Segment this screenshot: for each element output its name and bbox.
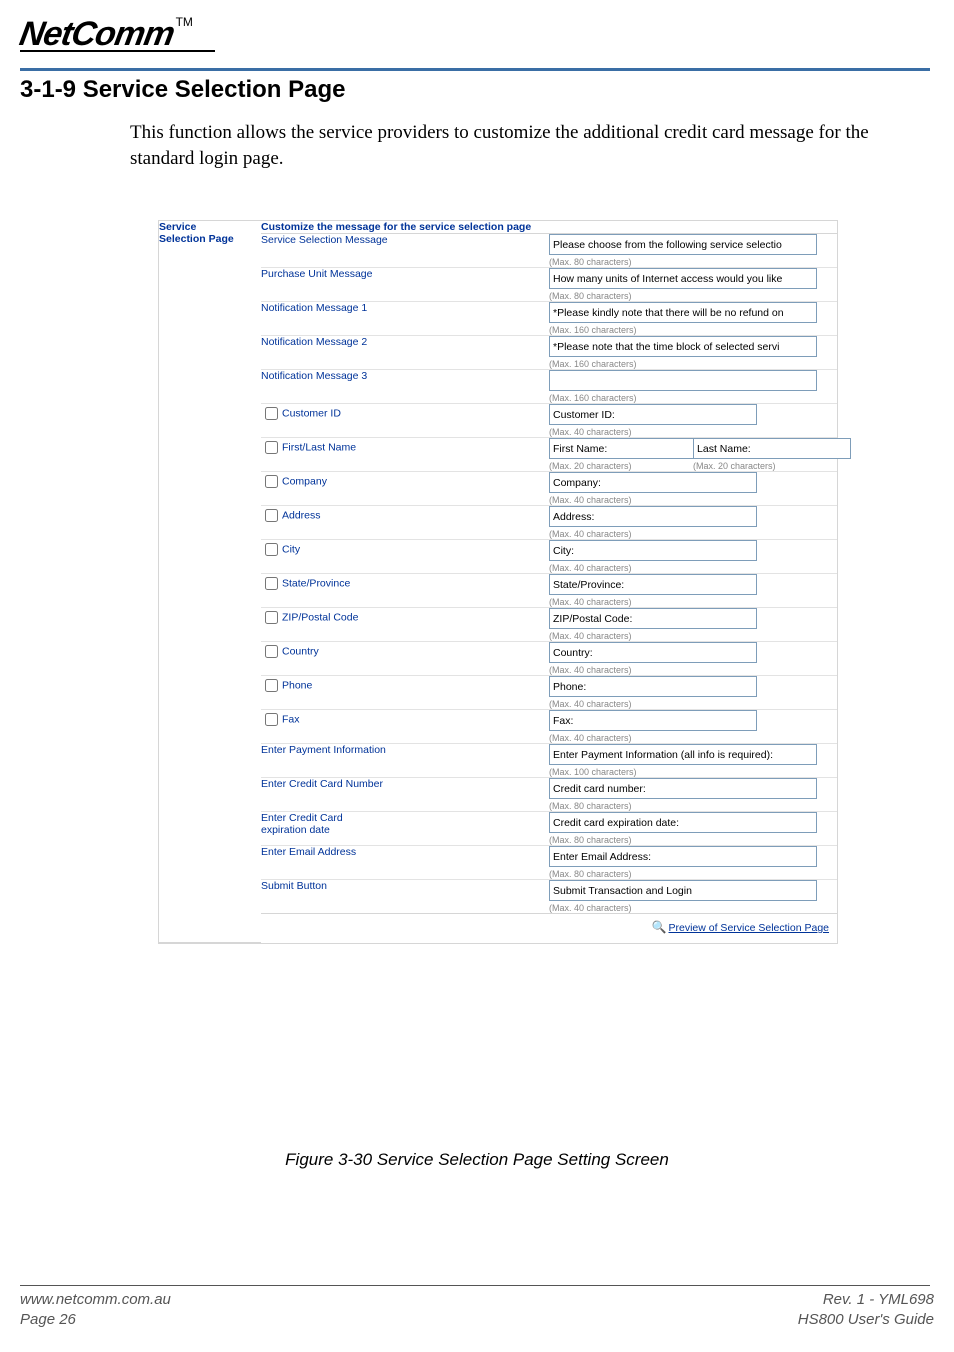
input-customer-id[interactable]: [549, 404, 757, 425]
service-selection-panel: Service Selection Page Customize the mes…: [158, 220, 838, 944]
input-phone[interactable]: [549, 676, 757, 697]
checkbox-zip[interactable]: [265, 611, 278, 624]
hint-cc-number: (Max. 80 characters): [549, 801, 837, 811]
input-cc-exp[interactable]: [549, 812, 817, 833]
section-body: This function allows the service provide…: [130, 120, 930, 171]
input-cc-number[interactable]: [549, 778, 817, 799]
panel-side-label: Service Selection Page: [159, 221, 261, 942]
input-country[interactable]: [549, 642, 757, 663]
input-first-name[interactable]: [549, 438, 707, 459]
hint-company: (Max. 40 characters): [549, 495, 837, 505]
side-label-line1: Service: [159, 221, 196, 233]
hint-payment-info: (Max. 100 characters): [549, 767, 837, 777]
checkbox-country[interactable]: [265, 645, 278, 658]
input-submit-button[interactable]: [549, 880, 817, 901]
figure-caption: Figure 3-30 Service Selection Page Setti…: [0, 1150, 954, 1170]
label-phone: Phone: [282, 679, 312, 691]
label-cc-number: Enter Credit Card Number: [261, 778, 549, 812]
hint-notification-2: (Max. 160 characters): [549, 359, 837, 369]
checkbox-company[interactable]: [265, 475, 278, 488]
hint-country: (Max. 40 characters): [549, 665, 837, 675]
hint-state: (Max. 40 characters): [549, 597, 837, 607]
input-last-name[interactable]: [693, 438, 851, 459]
label-state: State/Province: [282, 577, 350, 589]
hint-fax: (Max. 40 characters): [549, 733, 837, 743]
label-fax: Fax: [282, 713, 300, 725]
input-payment-info[interactable]: [549, 744, 817, 765]
input-zip[interactable]: [549, 608, 757, 629]
input-fax[interactable]: [549, 710, 757, 731]
label-company: Company: [282, 475, 327, 487]
footer-left: www.netcomm.com.au Page 26: [20, 1290, 171, 1329]
label-zip: ZIP/Postal Code: [282, 611, 358, 623]
hint-service-selection-message: (Max. 80 characters): [549, 257, 837, 267]
input-purchase-unit-message[interactable]: [549, 268, 817, 289]
checkbox-city[interactable]: [265, 543, 278, 556]
hint-phone: (Max. 40 characters): [549, 699, 837, 709]
footer-page: Page 26: [20, 1311, 76, 1328]
preview-link[interactable]: Preview of Service Selection Page: [669, 922, 830, 934]
checkbox-firstlast[interactable]: [265, 441, 278, 454]
label-notification-2: Notification Message 2: [261, 336, 549, 370]
hint-last-name: (Max. 20 characters): [693, 461, 834, 471]
hint-notification-3: (Max. 160 characters): [549, 393, 837, 403]
hint-purchase-unit-message: (Max. 80 characters): [549, 291, 837, 301]
input-service-selection-message[interactable]: [549, 234, 817, 255]
logo-text: NetComm: [17, 15, 177, 54]
input-notification-1[interactable]: [549, 302, 817, 323]
footer-guide: HS800 User's Guide: [798, 1311, 934, 1328]
footer-divider: [20, 1285, 930, 1286]
input-state[interactable]: [549, 574, 757, 595]
section-heading: 3-1-9 Service Selection Page: [20, 76, 346, 104]
label-cc-exp: Enter Credit Card expiration date: [261, 812, 549, 846]
hint-customer-id: (Max. 40 characters): [549, 427, 837, 437]
label-cc-exp-line1: Enter Credit Card: [261, 812, 343, 824]
label-purchase-unit-message: Purchase Unit Message: [261, 268, 549, 302]
hint-address: (Max. 40 characters): [549, 529, 837, 539]
hint-first-name: (Max. 20 characters): [549, 461, 690, 471]
checkbox-address[interactable]: [265, 509, 278, 522]
label-firstlast: First/Last Name: [282, 441, 356, 453]
label-cc-exp-line2: expiration date: [261, 824, 330, 836]
footer-right: Rev. 1 - YML698 HS800 User's Guide: [798, 1290, 934, 1329]
hint-submit-button: (Max. 40 characters): [549, 903, 837, 913]
panel-title: Customize the message for the service se…: [261, 221, 837, 234]
brand-logo: NetCommTM: [20, 15, 240, 60]
input-notification-3[interactable]: [549, 370, 817, 391]
label-customer-id: Customer ID: [282, 407, 341, 419]
section-divider: [20, 68, 930, 71]
label-payment-info: Enter Payment Information: [261, 744, 549, 778]
input-email[interactable]: [549, 846, 817, 867]
logo-tm: TM: [176, 15, 193, 29]
magnifier-icon: 🔍: [652, 920, 667, 934]
label-city: City: [282, 543, 300, 555]
label-email: Enter Email Address: [261, 846, 549, 880]
hint-city: (Max. 40 characters): [549, 563, 837, 573]
label-notification-3: Notification Message 3: [261, 370, 549, 404]
footer-url: www.netcomm.com.au: [20, 1291, 171, 1308]
checkbox-state[interactable]: [265, 577, 278, 590]
label-service-selection-message: Service Selection Message: [261, 234, 549, 268]
checkbox-customer-id[interactable]: [265, 407, 278, 420]
hint-cc-exp: (Max. 80 characters): [549, 835, 837, 845]
footer-rev: Rev. 1 - YML698: [823, 1291, 934, 1308]
hint-email: (Max. 80 characters): [549, 869, 837, 879]
side-label-line2: Selection Page: [159, 233, 234, 245]
checkbox-fax[interactable]: [265, 713, 278, 726]
hint-notification-1: (Max. 160 characters): [549, 325, 837, 335]
label-country: Country: [282, 645, 319, 657]
label-submit-button: Submit Button: [261, 880, 549, 914]
input-city[interactable]: [549, 540, 757, 561]
input-notification-2[interactable]: [549, 336, 817, 357]
label-address: Address: [282, 509, 321, 521]
hint-zip: (Max. 40 characters): [549, 631, 837, 641]
input-address[interactable]: [549, 506, 757, 527]
checkbox-phone[interactable]: [265, 679, 278, 692]
label-notification-1: Notification Message 1: [261, 302, 549, 336]
input-company[interactable]: [549, 472, 757, 493]
